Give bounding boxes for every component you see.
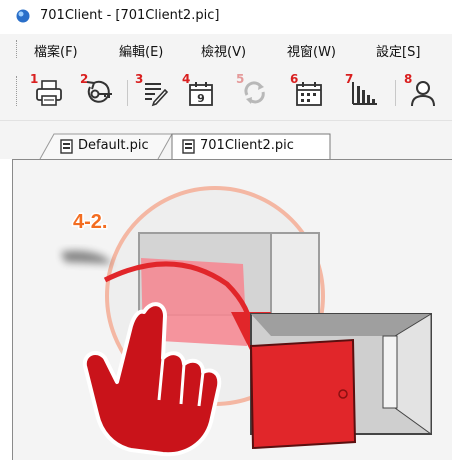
tab-701client2-pic[interactable]: 701Client2.pic — [174, 134, 328, 158]
menu-edit[interactable]: 編輯(E) — [119, 41, 163, 60]
calendar-icon: 9 — [189, 82, 213, 106]
refresh-icon — [244, 81, 265, 104]
document-tab-bar: Default.pic 701Client2.pic — [0, 121, 452, 159]
target-window — [249, 313, 432, 450]
tutorial-illustration: 4-2. — [61, 186, 432, 457]
calendar-day: 9 — [197, 92, 205, 105]
toolbar-calendar-grid-button[interactable]: 6 — [290, 72, 326, 112]
toolbar-print-button[interactable]: 1 — [30, 72, 66, 112]
checklist-icon — [145, 83, 169, 107]
bar-chart-icon — [352, 82, 377, 105]
calendar-grid-icon — [296, 82, 322, 106]
tab-label: Default.pic — [78, 138, 149, 153]
toolbar-refresh-button[interactable]: 5 — [236, 72, 272, 112]
menu-grip — [16, 40, 19, 58]
step-label: 4-2. — [73, 211, 107, 233]
menu-settings[interactable]: 設定[S] — [376, 41, 420, 60]
tab-default-pic[interactable]: Default.pic — [52, 134, 170, 158]
document-canvas[interactable]: 4-2. — [12, 159, 452, 460]
menu-view[interactable]: 檢視(V) — [201, 41, 246, 60]
tab-label: 701Client2.pic — [200, 138, 294, 153]
toolbar-chart-button[interactable]: 7 — [345, 72, 381, 112]
title-bar: 701Client - [701Client2.pic] — [0, 0, 452, 34]
printer-icon — [36, 80, 62, 106]
toolbar-separator — [127, 80, 128, 106]
document-icon — [182, 139, 195, 154]
toolbar-checklist-button[interactable]: 3 — [135, 72, 171, 112]
step-label-shadow — [61, 250, 113, 264]
toolbar: 1 2 3 4 9 5 6 7 8 — [0, 64, 452, 121]
menu-file[interactable]: 檔案(F) — [34, 41, 78, 60]
toolbar-key-button[interactable]: 2 — [80, 72, 116, 112]
toolbar-grip — [16, 76, 19, 106]
toolbar-user-button[interactable]: 8 — [404, 72, 440, 112]
window-title: 701Client - [701Client2.pic] — [40, 8, 220, 23]
toolbar-calendar-button[interactable]: 4 9 — [182, 72, 218, 112]
toolbar-separator — [395, 80, 396, 106]
menu-bar: 檔案(F) 編輯(E) 檢視(V) 視窗(W) 設定[S] — [0, 34, 452, 64]
app-icon — [16, 9, 30, 23]
key-icon — [86, 80, 112, 103]
document-icon — [60, 139, 73, 154]
menu-window[interactable]: 視窗(W) — [287, 41, 336, 60]
user-icon — [411, 81, 435, 107]
